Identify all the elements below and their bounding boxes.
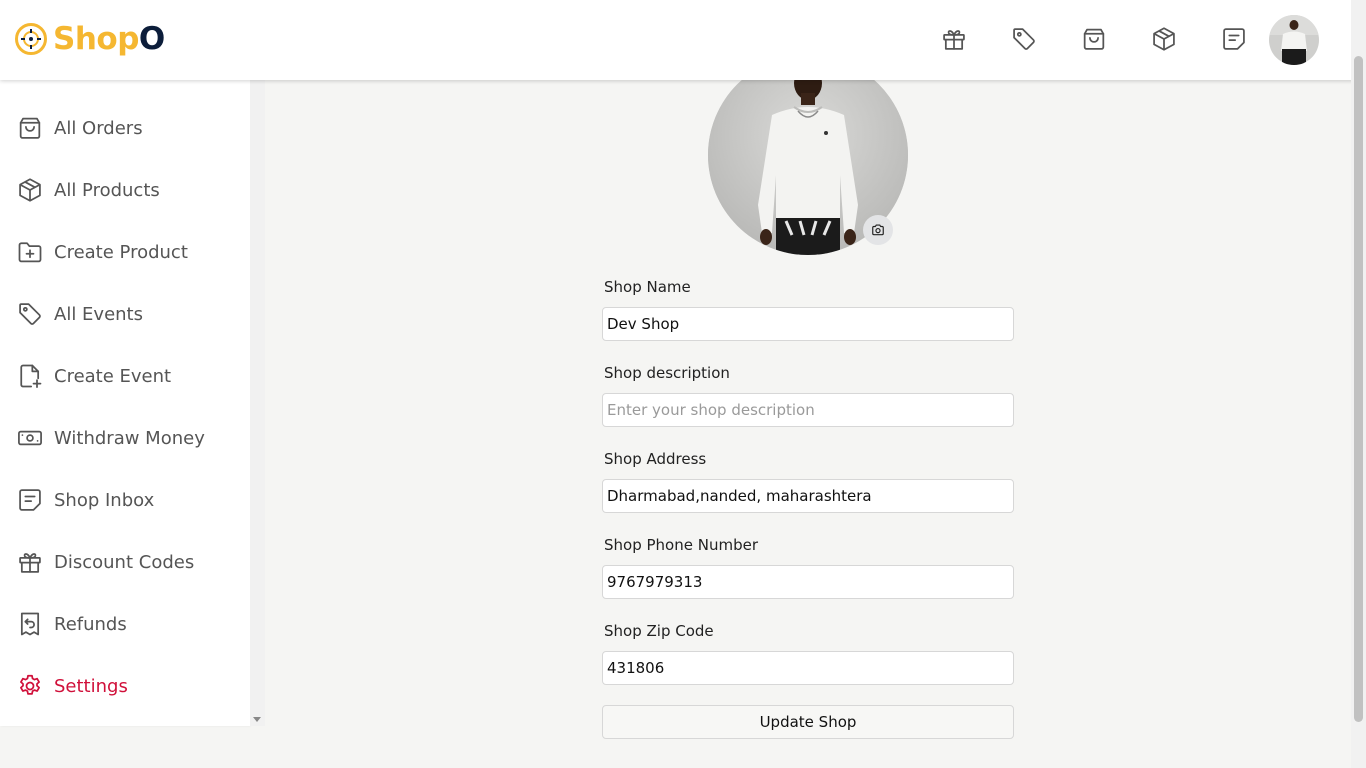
tag-icon: [19, 303, 41, 325]
folder-plus-icon: [18, 242, 42, 263]
shop-name-label: Shop Name: [604, 278, 691, 296]
message-icon[interactable]: [1218, 23, 1250, 55]
logo-text: ShopO: [53, 20, 165, 57]
shopping-bag-icon: [19, 117, 41, 139]
camera-icon: [872, 224, 884, 236]
page-scrollbar[interactable]: [1351, 0, 1366, 768]
sidebar-item-withdraw-money[interactable]: Withdraw Money: [16, 420, 241, 456]
sidebar-item-label: Shop Inbox: [54, 489, 155, 511]
money-icon: [18, 430, 42, 446]
receipt-refund-icon: [20, 612, 40, 636]
sidebar-item-discount-codes[interactable]: Discount Codes: [16, 544, 241, 580]
logo-target-icon: [15, 23, 47, 55]
file-plus-icon: [20, 364, 42, 388]
shop-phone-input[interactable]: [602, 565, 1014, 599]
sidebar-item-label: Create Product: [54, 241, 188, 263]
sidebar-item-label: Discount Codes: [54, 551, 195, 573]
sidebar-scrollbar[interactable]: [250, 80, 265, 726]
user-avatar[interactable]: [1269, 15, 1319, 65]
sidebar-item-settings[interactable]: Settings: [16, 668, 241, 704]
scroll-down-arrow-icon[interactable]: [253, 717, 261, 722]
scrollbar-thumb[interactable]: [1354, 56, 1363, 722]
sidebar-item-refunds[interactable]: Refunds: [16, 606, 241, 642]
sidebar-item-label: All Products: [54, 179, 160, 201]
sidebar-item-label: All Events: [54, 303, 143, 325]
shop-description-input[interactable]: [602, 393, 1014, 427]
sidebar-item-shop-inbox[interactable]: Shop Inbox: [16, 482, 241, 518]
sidebar-item-label: All Orders: [54, 117, 143, 139]
shop-name-input[interactable]: [602, 307, 1014, 341]
tag-icon[interactable]: [1008, 23, 1040, 55]
package-icon[interactable]: [1148, 23, 1180, 55]
change-avatar-button[interactable]: [863, 215, 893, 245]
shop-zip-label: Shop Zip Code: [604, 622, 714, 640]
sidebar-item-label: Settings: [54, 675, 128, 697]
package-icon: [19, 178, 41, 202]
shop-zip-input[interactable]: [602, 651, 1014, 685]
sidebar-item-all-products[interactable]: All Products: [16, 172, 241, 208]
sidebar-item-all-orders[interactable]: All Orders: [16, 110, 241, 146]
shop-address-label: Shop Address: [604, 450, 707, 468]
gift-icon: [19, 553, 41, 573]
sidebar-item-create-event[interactable]: Create Event: [16, 358, 241, 394]
sidebar-item-create-product[interactable]: Create Product: [16, 234, 241, 270]
settings-icon: [20, 674, 40, 695]
shopo-logo[interactable]: ShopO: [14, 20, 165, 58]
sidebar: All Orders All Products Create Product A…: [0, 80, 250, 726]
message-icon: [19, 489, 41, 511]
shopping-bag-icon[interactable]: [1078, 23, 1110, 55]
sidebar-item-label: Withdraw Money: [54, 427, 205, 449]
shop-address-input[interactable]: [602, 479, 1014, 513]
update-shop-button[interactable]: Update Shop: [602, 705, 1014, 739]
sidebar-item-label: Refunds: [54, 613, 127, 635]
sidebar-item-label: Create Event: [54, 365, 172, 387]
shop-description-label: Shop description: [604, 364, 730, 382]
shop-phone-label: Shop Phone Number: [604, 536, 758, 554]
sidebar-item-all-events[interactable]: All Events: [16, 296, 241, 332]
top-header: ShopO: [0, 0, 1366, 80]
gift-icon[interactable]: [938, 23, 970, 55]
